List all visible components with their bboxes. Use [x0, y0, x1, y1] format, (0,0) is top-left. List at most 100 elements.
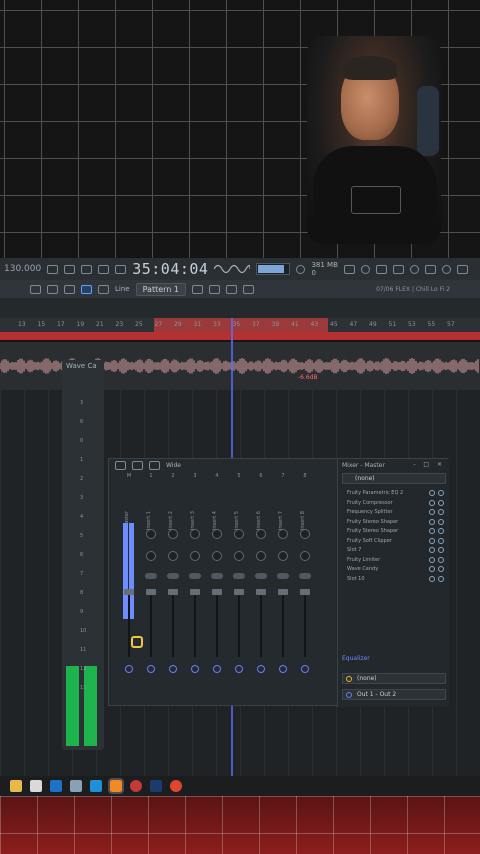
mixer-view-icon[interactable] [149, 460, 160, 470]
route-link-icon[interactable] [213, 665, 221, 673]
volume-fader[interactable] [234, 589, 244, 595]
knob[interactable] [212, 551, 222, 561]
knob[interactable] [168, 551, 178, 561]
volume-fader[interactable] [256, 589, 266, 595]
slot-mix-knob[interactable] [429, 575, 435, 582]
help-icon[interactable] [409, 264, 419, 274]
route-link-icon[interactable] [279, 665, 287, 673]
effect-slot[interactable]: Fruity Parametric EQ 2 [342, 489, 446, 498]
volume-fader[interactable] [190, 589, 200, 595]
mixer-arrow-icon[interactable] [132, 460, 143, 470]
slot-mix-knob[interactable] [429, 528, 435, 534]
mixer-strip-insert[interactable]: 1 Insert 1 [141, 473, 161, 703]
effect-slot[interactable]: Frequency Splitter [342, 508, 446, 517]
effect-slot[interactable]: Fruity Soft Clipper [342, 537, 446, 546]
slot-enable-led[interactable] [438, 528, 444, 534]
knob[interactable] [234, 529, 244, 539]
mixer-strip-insert[interactable]: 4 Insert 4 [207, 473, 227, 703]
send-switch[interactable] [167, 573, 179, 579]
slot-enable-led[interactable] [438, 499, 444, 506]
link-icon[interactable] [81, 284, 92, 294]
send-switch[interactable] [189, 573, 201, 579]
info-icon[interactable] [424, 264, 436, 274]
route-link-icon[interactable] [125, 665, 133, 673]
slot-enable-led[interactable] [438, 537, 444, 544]
effect-slot[interactable]: Fruity Compressor [342, 499, 446, 508]
knob[interactable] [190, 529, 200, 539]
window-buttons[interactable]: - □ × [413, 461, 445, 468]
effect-slot[interactable]: Fruity Limiter [342, 556, 446, 565]
mixer-strip-insert[interactable]: 6 Insert 6 [251, 473, 271, 703]
piano-roll-icon[interactable] [192, 284, 204, 294]
knob[interactable] [300, 529, 310, 539]
record-audio-icon[interactable] [360, 264, 370, 274]
microphone-icon[interactable] [375, 264, 387, 274]
metronome-icon[interactable] [47, 264, 59, 274]
volume-fader[interactable] [212, 589, 222, 595]
download-icon[interactable] [456, 264, 468, 274]
route-link-icon[interactable] [235, 665, 243, 673]
wave-candy-plugin[interactable]: Wave Ca 3 6 0 1 2 3 4 5 6 7 8 9 10 11 12 13 [62, 360, 104, 750]
playlist-menu-icon[interactable] [30, 284, 41, 294]
step-edit-icon[interactable] [98, 264, 110, 274]
route-link-icon[interactable] [191, 665, 199, 673]
outlook-icon[interactable] [50, 780, 62, 792]
slot-enable-led[interactable] [438, 547, 444, 553]
volume-fader[interactable] [300, 589, 310, 595]
slot-enable-led[interactable] [438, 575, 444, 582]
slot-mix-knob[interactable] [429, 518, 435, 525]
mixer-strip-insert[interactable]: 8 Insert 8 [295, 473, 315, 703]
slot-enable-led[interactable] [438, 518, 444, 525]
slot-mix-knob[interactable] [429, 556, 435, 563]
send-switch[interactable] [211, 573, 223, 579]
effect-slot[interactable]: Slot 10 [342, 575, 446, 584]
mixer-strip-insert[interactable]: 5 Insert 5 [229, 473, 249, 703]
chrome-icon[interactable] [170, 780, 182, 792]
effect-slot[interactable]: Slot 7 [342, 546, 446, 555]
headphones-icon[interactable] [392, 264, 404, 274]
slot-enable-led[interactable] [438, 556, 444, 563]
snap-icon[interactable] [98, 284, 109, 294]
snap-selector[interactable]: Line [115, 285, 130, 293]
slot-mix-knob[interactable] [429, 490, 435, 496]
pattern-selector[interactable]: Pattern 1 [135, 282, 187, 296]
slot-enable-led[interactable] [438, 490, 444, 496]
effect-slot[interactable]: Wave Candy [342, 565, 446, 574]
mixer-strip-insert[interactable]: 2 Insert 2 [163, 473, 183, 703]
volume-fader[interactable] [146, 589, 156, 595]
route-link-icon[interactable] [301, 665, 309, 673]
mail-icon[interactable] [90, 780, 102, 792]
send-switch[interactable] [145, 573, 157, 579]
preset-selector[interactable]: (none) [342, 473, 446, 484]
mixer-strip-insert[interactable]: 7 Insert 7 [273, 473, 293, 703]
knob[interactable] [146, 529, 156, 539]
route-output[interactable]: Out 1 - Out 2 [342, 689, 446, 700]
effect-slot[interactable]: Fruity Stereo Shaper [342, 527, 446, 536]
recorder-icon[interactable] [130, 780, 142, 792]
mixer-menu-icon[interactable] [115, 460, 126, 470]
file-explorer-icon[interactable] [10, 780, 22, 792]
mixer-strip-master[interactable]: M Master [119, 473, 139, 703]
send-switch[interactable] [233, 573, 245, 579]
knob[interactable] [234, 551, 244, 561]
mixer-icon[interactable] [343, 264, 355, 274]
knob[interactable] [278, 551, 288, 561]
knob[interactable] [256, 529, 266, 539]
slot-mix-knob[interactable] [429, 537, 435, 544]
photoshop-icon[interactable] [150, 780, 162, 792]
mixer-layout-label[interactable]: Wide [166, 462, 181, 469]
fl-studio-icon[interactable] [108, 778, 124, 794]
volume-fader[interactable] [124, 589, 134, 595]
route-link-icon[interactable] [169, 665, 177, 673]
send-switch[interactable] [277, 573, 289, 579]
mixer-strip-insert[interactable]: 3 Insert 3 [185, 473, 205, 703]
effect-slot[interactable]: Fruity Stereo Shaper [342, 518, 446, 527]
send-switch[interactable] [255, 573, 267, 579]
time-ruler[interactable]: 13 15 17 19 21 23 25 27 29 31 33 35 37 39 41 43 45 47 49 51… [0, 318, 480, 332]
slot-mix-knob[interactable] [429, 547, 435, 553]
slot-enable-led[interactable] [438, 566, 444, 572]
route-link-icon[interactable] [147, 665, 155, 673]
browser-icon[interactable] [226, 284, 238, 294]
paint-icon[interactable] [64, 284, 75, 294]
chat-icon[interactable] [441, 264, 451, 274]
